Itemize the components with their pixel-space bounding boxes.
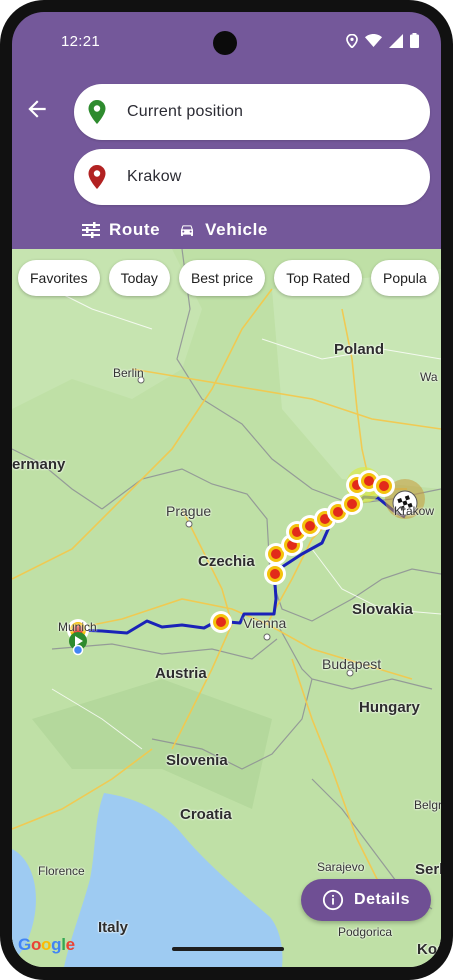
chip-today[interactable]: Today [108, 260, 170, 296]
label-warsaw: Wa [420, 370, 438, 384]
label-germany: ermany [12, 456, 66, 473]
vehicle-button[interactable]: Vehicle [178, 220, 268, 240]
label-austria: Austria [155, 665, 207, 682]
details-label: Details [354, 891, 410, 908]
label-italy: Italy [98, 919, 129, 936]
status-time: 12:21 [61, 33, 101, 50]
label-vienna: Vienna [243, 615, 287, 631]
destination-field[interactable]: Krakow [74, 149, 430, 205]
destination-value: Krakow [127, 168, 182, 185]
origin-field[interactable]: Current position [74, 84, 430, 140]
label-munich: Munich [58, 620, 97, 634]
label-serbia: Serl [415, 861, 441, 878]
chip-top-rated[interactable]: Top Rated [274, 260, 363, 296]
label-budapest: Budapest [322, 656, 382, 672]
label-krakow: Krakow [394, 504, 435, 518]
wifi-icon [365, 34, 382, 47]
origin-value: Current position [127, 103, 244, 120]
chip-best-price[interactable]: Best price [178, 260, 266, 296]
details-button[interactable]: Details [301, 879, 431, 921]
gesture-home-bar[interactable] [172, 947, 284, 951]
chip-favorites[interactable]: Favorites [18, 260, 100, 296]
label-slovakia: Slovakia [352, 601, 413, 618]
label-berlin: Berlin [113, 366, 144, 380]
back-button[interactable] [24, 96, 50, 122]
chip-popular[interactable]: Popula [371, 260, 439, 296]
status-icons [346, 33, 419, 48]
google-logo: Google [18, 935, 75, 954]
label-slovenia: Slovenia [166, 752, 228, 769]
label-croatia: Croatia [180, 806, 232, 823]
label-florence: Florence [38, 864, 85, 878]
label-sarajevo: Sarajevo [317, 860, 365, 874]
info-icon [322, 889, 344, 911]
vehicle-label: Vehicle [205, 220, 268, 239]
destination-pin-icon [88, 165, 106, 189]
route-options: Route Vehicle [82, 220, 268, 240]
status-bar: 12:21 [12, 12, 441, 60]
device-frame: 12:21 Current position Krakow Route Vehi… [0, 0, 453, 980]
label-prague: Prague [166, 503, 212, 519]
route-header: Current position Krakow Route Vehicle [12, 60, 441, 249]
label-podgorica: Podgorica [338, 925, 393, 939]
arrow-left-icon [28, 100, 46, 118]
label-hungary: Hungary [359, 699, 420, 716]
label-kosovo: Kos [417, 941, 441, 958]
front-camera [213, 31, 237, 55]
signal-icon [389, 33, 403, 48]
map-view[interactable]: Favorites Today Best price Top Rated Pop… [12, 249, 441, 967]
label-poland: Poland [334, 341, 385, 358]
car-icon [181, 225, 194, 236]
route-label: Route [109, 220, 161, 239]
screen: 12:21 Current position Krakow Route Vehi… [12, 12, 441, 967]
label-czechia: Czechia [198, 553, 255, 570]
battery-icon [410, 33, 419, 48]
route-options-button[interactable]: Route [82, 220, 160, 240]
label-belgrade: Belgrad [414, 798, 441, 812]
origin-pin-icon [88, 100, 106, 124]
tune-icon [82, 222, 100, 238]
location-icon [346, 33, 358, 48]
filter-chips: Favorites Today Best price Top Rated Pop… [18, 260, 439, 296]
